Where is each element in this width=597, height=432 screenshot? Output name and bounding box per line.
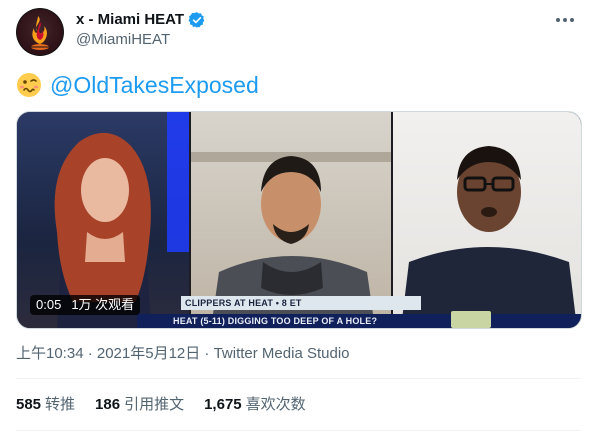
woozy-face-emoji-icon	[17, 73, 41, 97]
author-info: x - Miami HEAT @MiamiHEAT	[76, 10, 206, 50]
handle[interactable]: @MiamiHEAT	[76, 30, 206, 50]
divider	[16, 378, 581, 379]
quotes-stat[interactable]: 186 引用推文	[95, 395, 184, 415]
quotes-label: 引用推文	[124, 396, 185, 413]
likes-stat[interactable]: 1,675 喜欢次数	[204, 395, 306, 415]
studio-light	[167, 112, 189, 252]
display-name[interactable]: x - Miami HEAT	[76, 10, 206, 30]
video-player[interactable]: CLIPPERS AT HEAT • 8 ET HEAT (5-11) DIGG…	[16, 111, 582, 329]
retweets-label: 转推	[45, 396, 76, 413]
quotes-count: 186	[95, 396, 121, 413]
guest-2-figure	[401, 146, 577, 328]
retweets-stat[interactable]: 585 转推	[16, 395, 75, 415]
retweets-count: 585	[16, 396, 42, 413]
tweet-stats: 585 转推 186 引用推文 1,675 喜欢次数	[16, 395, 326, 415]
tweet-time[interactable]: 上午10:34 · 2021年5月12日 ·	[16, 345, 214, 362]
miami-heat-logo-icon	[17, 9, 63, 55]
more-options-icon[interactable]	[551, 10, 579, 30]
tweet-text: @OldTakesExposed	[16, 68, 259, 102]
lower-third-caption: CLIPPERS AT HEAT • 8 ET	[181, 296, 421, 310]
likes-label: 喜欢次数	[245, 396, 306, 413]
likes-count: 1,675	[204, 396, 242, 413]
video-view-count: 1万 次观看	[71, 297, 135, 312]
divider	[16, 430, 581, 431]
network-logo	[451, 311, 491, 328]
display-name-text: x - Miami HEAT	[76, 11, 185, 28]
verified-badge-icon	[188, 12, 205, 28]
avatar[interactable]	[16, 8, 64, 56]
tweet-source[interactable]: Twitter Media Studio	[214, 345, 350, 362]
video-info-badge: 0:05 1万 次观看	[30, 295, 141, 315]
video-panel-guest-2	[393, 112, 581, 328]
video-duration: 0:05	[36, 297, 62, 312]
tweet-timestamp: 上午10:34 · 2021年5月12日 · Twitter Media Stu…	[16, 344, 350, 364]
mention-link[interactable]: @OldTakesExposed	[50, 68, 259, 102]
news-ticker: HEAT (5-11) DIGGING TOO DEEP OF A HOLE?	[137, 314, 581, 328]
tweet-header: x - Miami HEAT @MiamiHEAT	[16, 8, 581, 56]
